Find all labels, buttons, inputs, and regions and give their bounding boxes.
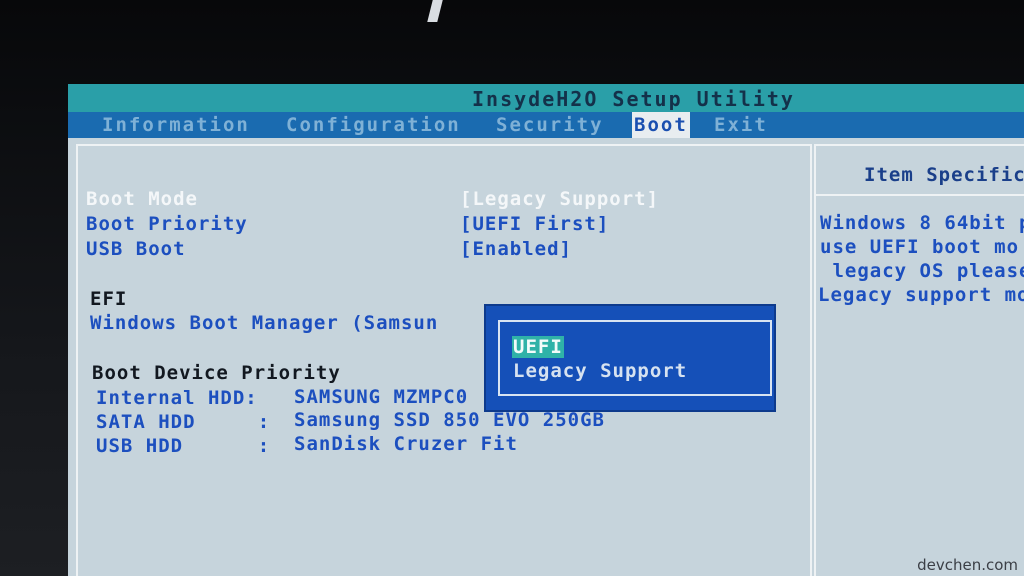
- menu-configuration[interactable]: Configuration: [284, 112, 463, 138]
- boot-mode-options-popup: UEFI Legacy Support: [484, 304, 776, 412]
- popup-option-uefi[interactable]: UEFI: [512, 336, 564, 358]
- device-name-usb-hdd[interactable]: SanDisk Cruzer Fit: [294, 433, 518, 455]
- device-type-usb-hdd: USB HDD :: [96, 435, 271, 457]
- menu-bar: Information Configuration Security Boot …: [68, 112, 1024, 138]
- menu-security[interactable]: Security: [494, 112, 606, 138]
- efi-header: EFI: [90, 288, 128, 310]
- popup-option-legacy-support[interactable]: Legacy Support: [512, 360, 688, 382]
- boot-mode-value[interactable]: [Legacy Support]: [460, 188, 659, 210]
- device-type-sata-hdd: SATA HDD :: [96, 411, 271, 433]
- help-line-3: legacy OS please: [820, 260, 1024, 282]
- menu-information[interactable]: Information: [100, 112, 252, 138]
- help-title: Item Specific: [864, 164, 1024, 186]
- title-bar: InsydeH2O Setup Utility: [68, 84, 1024, 112]
- help-divider: [816, 194, 1024, 196]
- boot-priority-value[interactable]: [UEFI First]: [460, 213, 609, 235]
- menu-boot[interactable]: Boot: [632, 112, 690, 138]
- efi-windows-boot-manager[interactable]: Windows Boot Manager (Samsun: [90, 312, 438, 334]
- usb-boot-label[interactable]: USB Boot: [86, 238, 186, 260]
- device-name-sata-hdd[interactable]: Samsung SSD 850 EVO 250GB: [294, 409, 605, 431]
- bios-screen: InsydeH2O Setup Utility Information Conf…: [68, 84, 1024, 576]
- usb-boot-value[interactable]: [Enabled]: [460, 238, 572, 260]
- light-glare: [427, 0, 443, 22]
- item-specific-help-panel: Item Specific Windows 8 64bit p use UEFI…: [814, 144, 1024, 576]
- popup-options-frame: UEFI Legacy Support: [498, 320, 772, 396]
- help-line-1: Windows 8 64bit p: [820, 212, 1024, 234]
- device-type-internal-hdd: Internal HDD:: [96, 387, 258, 409]
- boot-device-priority-header: Boot Device Priority: [92, 362, 341, 384]
- boot-mode-label[interactable]: Boot Mode: [86, 188, 198, 210]
- boot-priority-label[interactable]: Boot Priority: [86, 213, 248, 235]
- app-title: InsydeH2O Setup Utility: [472, 87, 795, 111]
- monitor-bezel: InsydeH2O Setup Utility Information Conf…: [0, 0, 1024, 576]
- help-line-4: Legacy support mo: [818, 284, 1024, 306]
- help-line-2: use UEFI boot mo: [820, 236, 1020, 258]
- device-name-internal-hdd[interactable]: SAMSUNG MZMPC0: [294, 386, 468, 408]
- menu-exit[interactable]: Exit: [712, 112, 770, 138]
- watermark: devchen.com: [917, 556, 1018, 574]
